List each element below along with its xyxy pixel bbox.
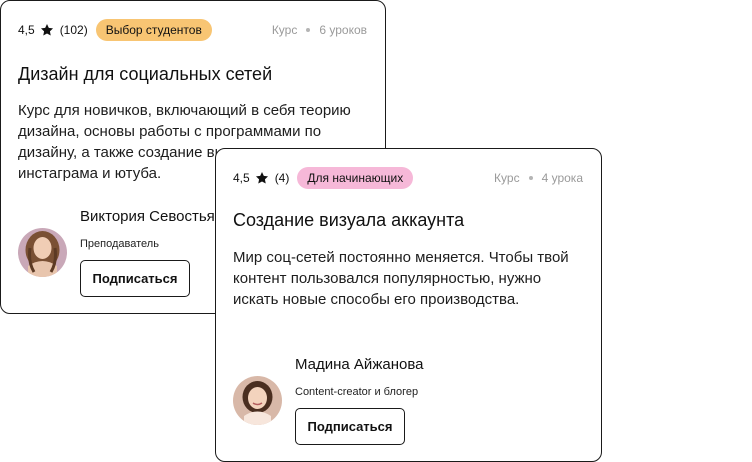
course-card-account-visual[interactable]: 4,5 (4) Для начинающих Курс 4 урока Созд… bbox=[215, 148, 602, 462]
dot-icon bbox=[306, 28, 311, 32]
reviews-count: (102) bbox=[59, 23, 88, 37]
star-icon bbox=[40, 23, 54, 37]
dot-icon bbox=[528, 176, 533, 180]
course-meta-row: 4,5 (4) Для начинающих Курс 4 урока bbox=[233, 167, 583, 189]
course-title: Создание визуала аккаунта bbox=[233, 210, 465, 230]
teacher-role: Преподаватель bbox=[80, 238, 159, 250]
course-title: Дизайн для социальных сетей bbox=[18, 64, 273, 84]
course-cards-stage: 4,5 (102) Выбор студентов Курс 6 уроков … bbox=[0, 0, 752, 462]
reviews-count: (4) bbox=[274, 171, 290, 185]
course-kind: Курс bbox=[494, 171, 520, 185]
avatar bbox=[233, 376, 282, 425]
course-kind: Курс bbox=[271, 23, 298, 37]
lessons-count: 4 урока bbox=[541, 171, 583, 185]
rating-value: 4,5 bbox=[233, 171, 250, 185]
subscribe-button[interactable]: Подписаться bbox=[295, 408, 405, 445]
subscribe-button[interactable]: Подписаться bbox=[80, 260, 190, 297]
status-badge: Для начинающих bbox=[297, 167, 414, 189]
avatar bbox=[18, 228, 67, 277]
teacher-name: Мадина Айжанова bbox=[295, 356, 424, 373]
course-meta-row: 4,5 (102) Выбор студентов Курс 6 уроков bbox=[18, 19, 367, 41]
status-badge: Выбор студентов bbox=[95, 19, 212, 41]
teacher-role: Content-creator и блогер bbox=[295, 386, 419, 398]
course-description: Мир соц-сетей постоянно меняется. Чтобы … bbox=[233, 249, 569, 308]
star-icon bbox=[255, 171, 269, 185]
rating-value: 4,5 bbox=[18, 23, 35, 37]
lessons-count: 6 уроков bbox=[319, 23, 367, 37]
